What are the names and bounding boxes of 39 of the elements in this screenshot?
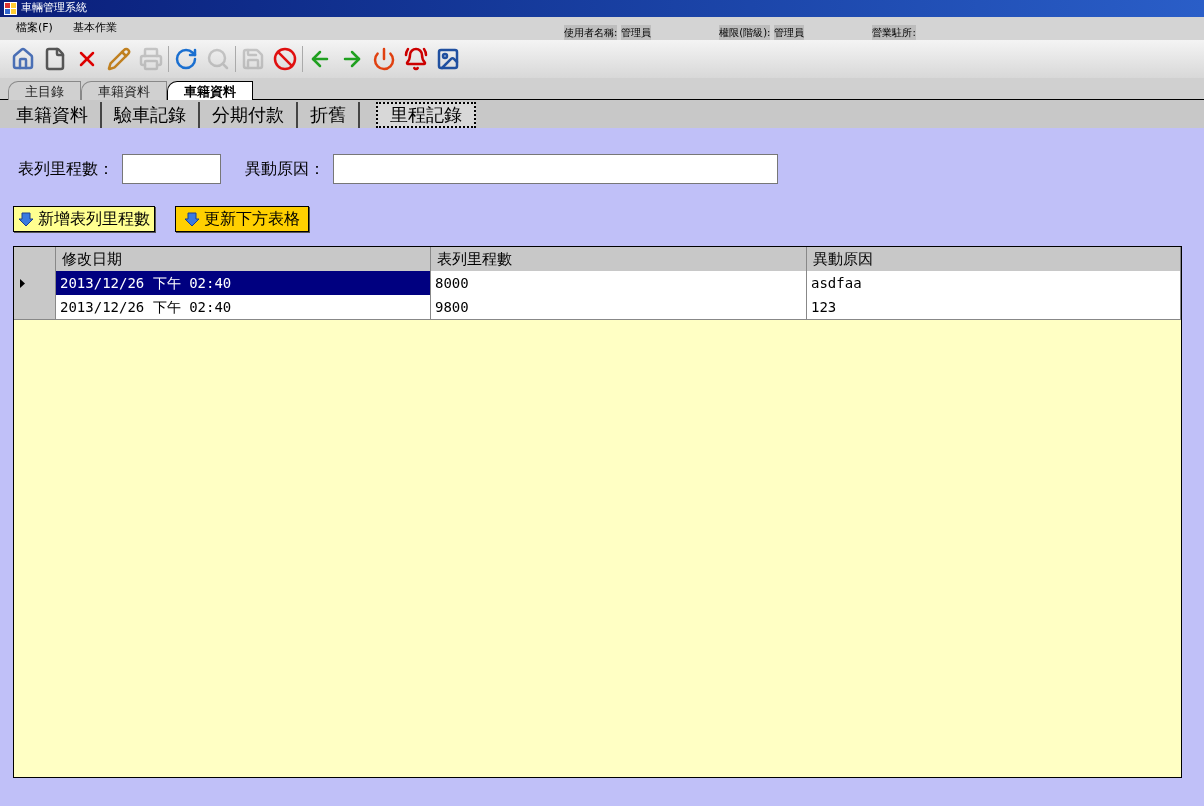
tab[interactable]: 車籍資料 (81, 81, 167, 100)
menu-item[interactable]: 檔案(F) (16, 20, 53, 37)
tab[interactable]: 主目錄 (8, 81, 81, 100)
action-button[interactable]: 更新下方表格 (175, 206, 309, 232)
image-icon (436, 47, 460, 71)
table-cell: 8000 (431, 271, 807, 296)
tab[interactable]: 車籍資料 (167, 81, 253, 100)
table-cell: asdfaa (807, 271, 1181, 296)
input-field[interactable] (122, 154, 221, 184)
document-icon (43, 47, 67, 71)
input-field[interactable] (333, 154, 778, 184)
current-row-icon (20, 278, 25, 288)
printer-icon (139, 47, 163, 71)
action-button[interactable]: 新增表列里程數 (13, 206, 155, 232)
window-title: 車輛管理系統 (21, 0, 87, 17)
prohibited-icon (273, 47, 297, 71)
refresh-icon (174, 47, 198, 71)
field-label: 表列里程數： (18, 158, 114, 180)
user-info-value: 管理員 (621, 25, 652, 40)
bell-icon (404, 47, 428, 71)
table-cell: 2013/12/26 下午 02:40 (56, 295, 431, 320)
app-icon (4, 2, 17, 15)
table-cell: 2013/12/26 下午 02:40 (56, 271, 431, 296)
tab[interactable]: 里程記錄 (376, 102, 476, 128)
menu-item[interactable]: 基本作業 (72, 20, 117, 37)
search-icon (206, 47, 230, 71)
table-cell: 123 (807, 295, 1181, 320)
arrow-down-icon (18, 211, 34, 227)
user-info-label: 營業駐所: (872, 25, 916, 40)
home-icon (11, 47, 35, 71)
arrow-down-icon (184, 211, 200, 227)
user-info-value: 管理員 (774, 25, 805, 40)
user-info-label: 權限(階級): (719, 25, 771, 40)
power-icon (372, 47, 396, 71)
save-icon (241, 47, 265, 71)
field-label: 異動原因： (245, 158, 325, 180)
user-info-label: 使用者名稱: (563, 25, 618, 40)
pencil-icon (107, 47, 131, 71)
table-cell: 9800 (431, 295, 807, 320)
